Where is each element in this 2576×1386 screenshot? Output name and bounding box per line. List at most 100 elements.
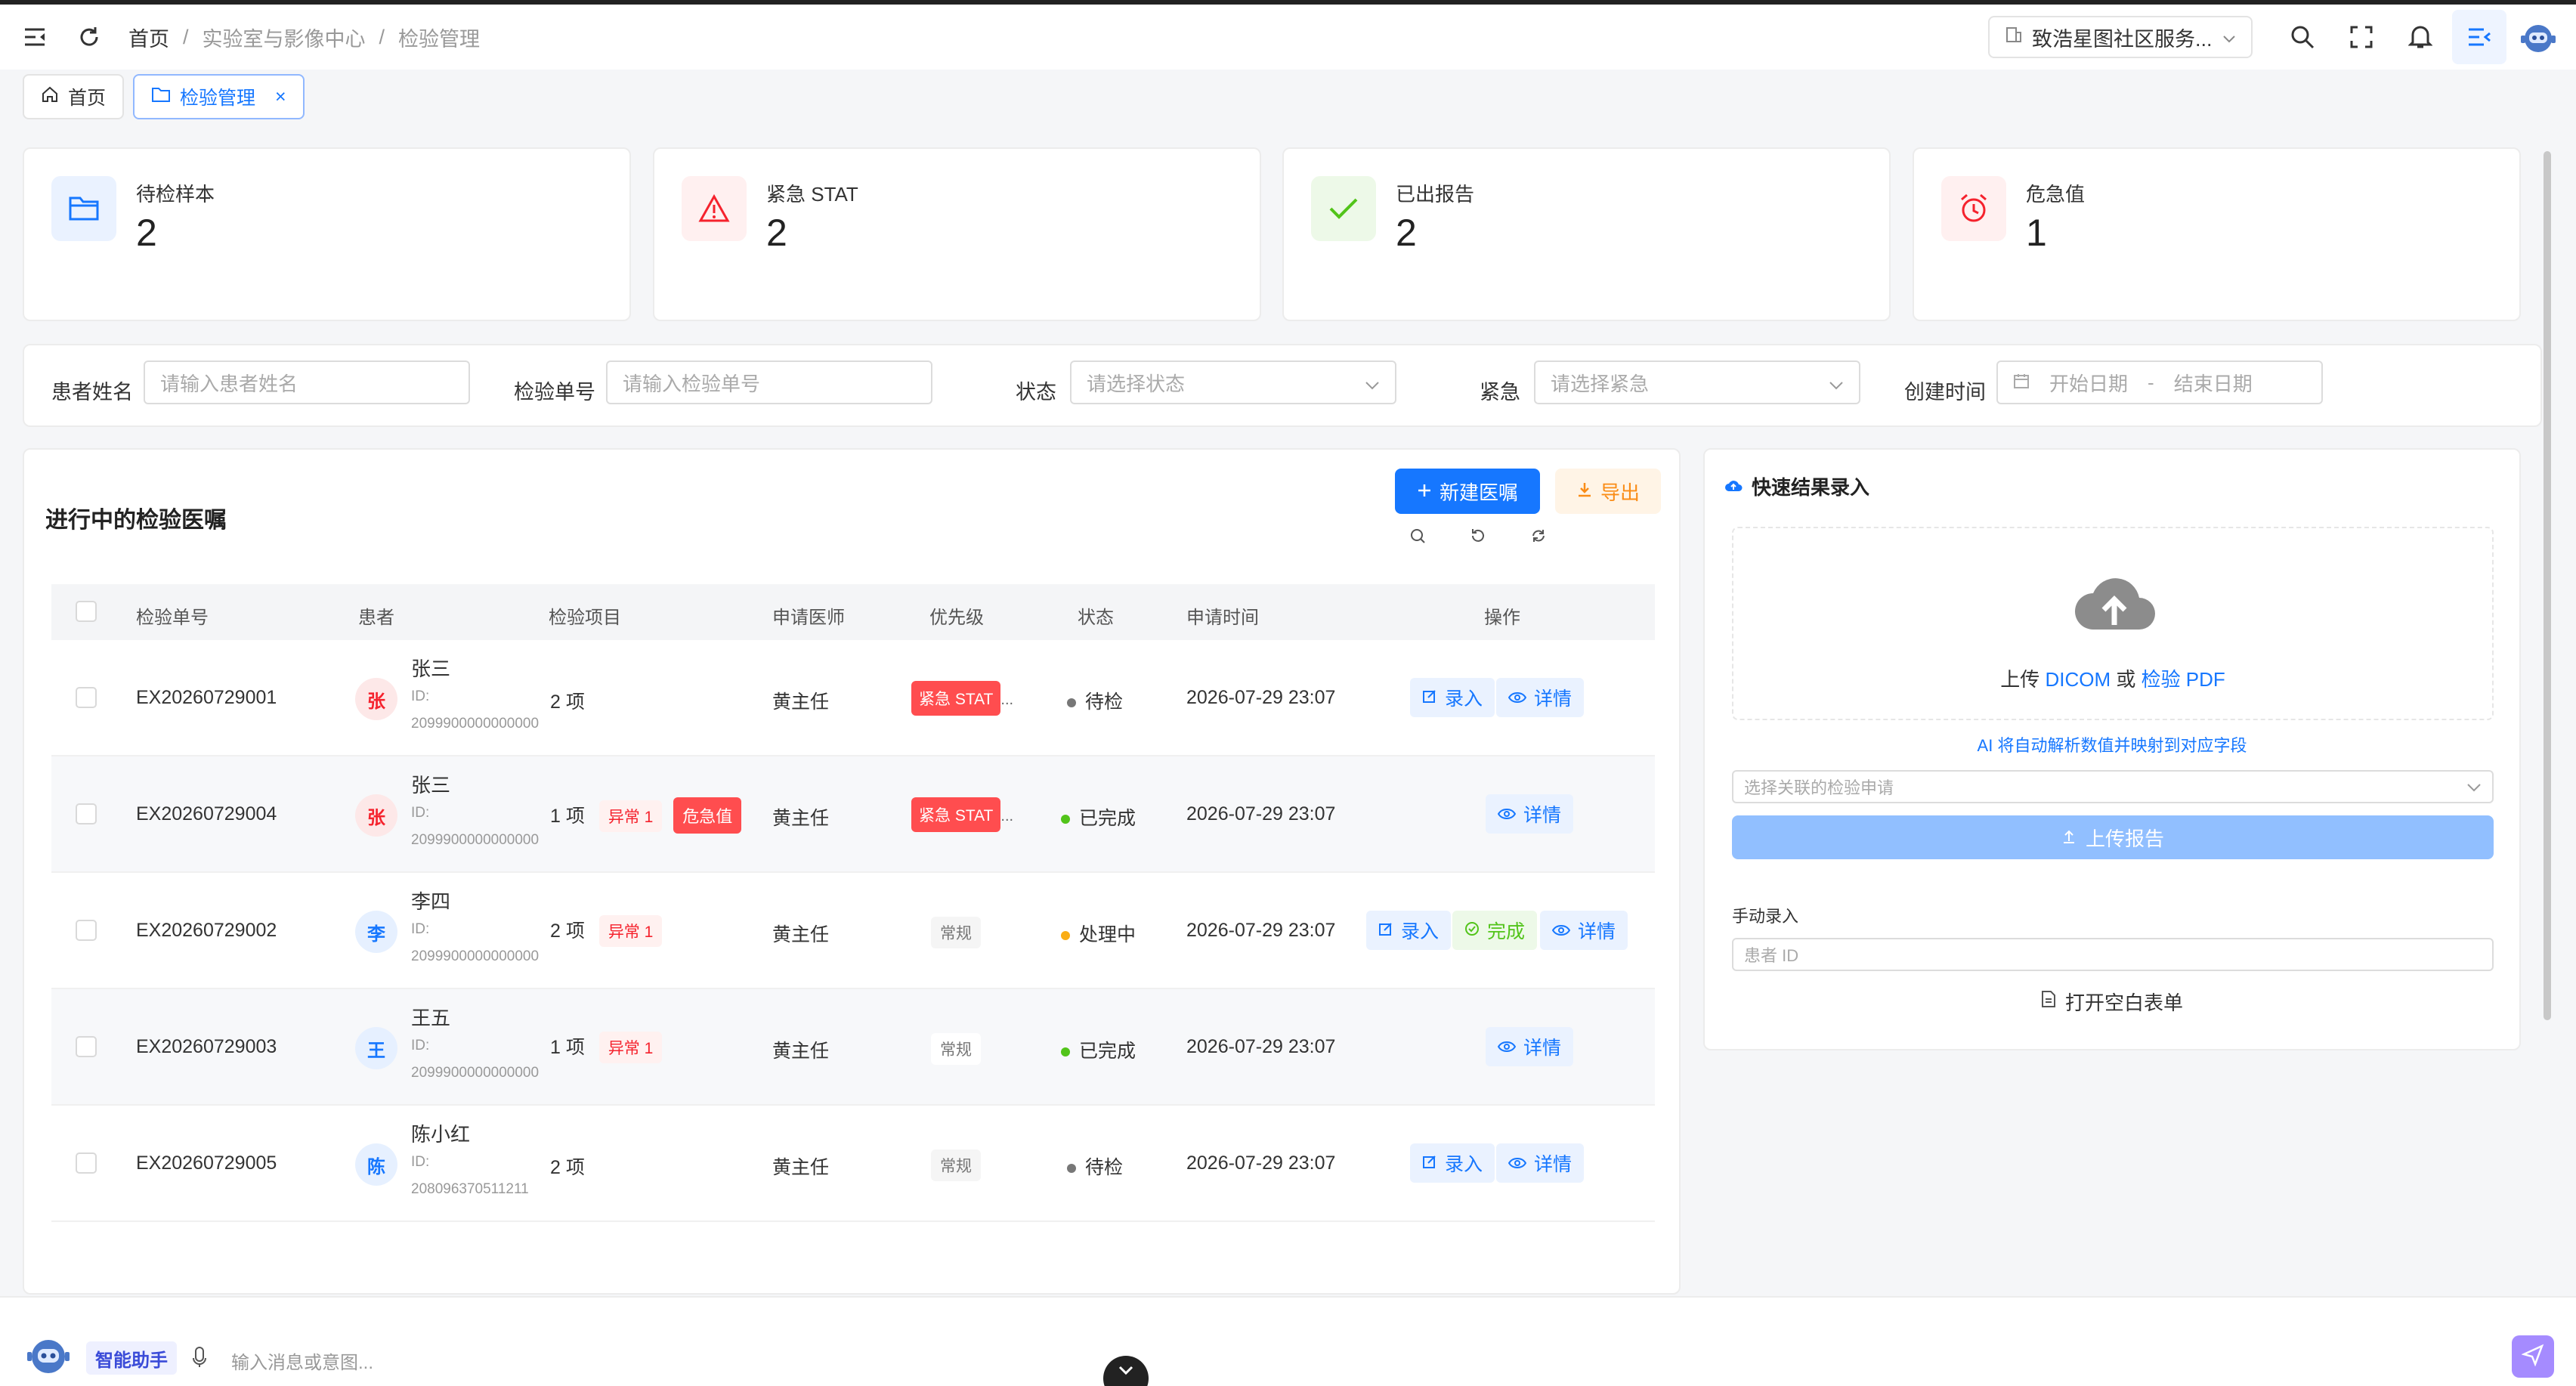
- tab-home[interactable]: 首页: [23, 74, 125, 119]
- status-placeholder: 请选择状态: [1087, 372, 1186, 395]
- date-range-picker[interactable]: 开始日期 - 结束日期: [1996, 360, 2323, 404]
- row-checkbox[interactable]: [76, 920, 97, 941]
- org-select-value: 致浩星图社区服务...: [2032, 27, 2213, 51]
- status-select[interactable]: 请选择状态: [1070, 360, 1396, 404]
- stat-card-pending: 待检样本 2: [23, 147, 631, 321]
- table-row[interactable]: EX20260729004 张 张三 ID: 2099900000000000 …: [51, 756, 1655, 873]
- patient-name: 张三: [411, 657, 451, 680]
- search-icon[interactable]: [2275, 10, 2330, 64]
- stat-label: 待检样本: [136, 183, 215, 206]
- item-count: 2 项: [550, 920, 585, 942]
- eye-icon: [1497, 1036, 1517, 1058]
- filter-bar: 患者姓名 请输入患者姓名 检验单号 请输入检验单号 状态 请选择状态 紧急 请选…: [23, 344, 2542, 427]
- page-tabs: 首页 检验管理 ×: [23, 74, 305, 119]
- table-row[interactable]: EX20260729005 陈 陈小红 ID: 208096370511211 …: [51, 1106, 1655, 1222]
- doctor: 黄主任: [772, 691, 830, 713]
- row-checkbox[interactable]: [76, 1036, 97, 1057]
- urgent-label: 紧急: [1480, 381, 1520, 404]
- row-checkbox[interactable]: [76, 803, 97, 824]
- status-label: 状态: [1016, 381, 1056, 404]
- bell-icon[interactable]: [2393, 10, 2448, 64]
- status-text: 待检: [1085, 1157, 1124, 1178]
- related-request-select[interactable]: 选择关联的检验申请: [1732, 770, 2494, 803]
- cloud-upload-icon: [2072, 568, 2157, 638]
- stat-card-reported: 已出报告 2: [1282, 147, 1891, 321]
- quick-entry-title-text: 快速结果录入: [1752, 476, 1870, 499]
- priority-normal-tag: 常规: [931, 917, 981, 948]
- microphone-icon[interactable]: [192, 1346, 207, 1372]
- order-no-input[interactable]: 请输入检验单号: [606, 360, 932, 404]
- detail-button[interactable]: 详情: [1540, 911, 1628, 950]
- smart-assistant-badge[interactable]: 智能助手: [86, 1341, 177, 1375]
- order-no: EX20260729005: [136, 1152, 277, 1174]
- table-search-icon[interactable]: [1404, 522, 1431, 549]
- complete-label: 完成: [1487, 921, 1526, 942]
- patient-name-input[interactable]: 请输入患者姓名: [144, 360, 470, 404]
- tab-label: 首页: [68, 88, 107, 109]
- priority-ellipsis: ...: [1000, 808, 1014, 824]
- abnormal-tag: 异常 1: [598, 1032, 663, 1063]
- tab-lab-management[interactable]: 检验管理 ×: [133, 74, 305, 119]
- request-time: 2026-07-29 23:07: [1186, 803, 1336, 824]
- row-checkbox[interactable]: [76, 687, 97, 708]
- table-reset-icon[interactable]: [1464, 522, 1492, 549]
- patient-id-label: ID:: [411, 1038, 430, 1053]
- chat-input[interactable]: 输入消息或意图...: [231, 1347, 373, 1374]
- enter-button[interactable]: 录入: [1366, 911, 1452, 950]
- export-button[interactable]: 导出: [1555, 469, 1661, 514]
- robot-avatar-icon[interactable]: [2511, 10, 2565, 64]
- pdf-link[interactable]: 检验 PDF: [2142, 668, 2225, 691]
- stat-label: 已出报告: [1396, 183, 1475, 206]
- avatar: 张: [355, 794, 397, 837]
- detail-button[interactable]: 详情: [1496, 678, 1585, 717]
- breadcrumb-separator: /: [183, 25, 189, 48]
- table-row[interactable]: EX20260729003 王 王五 ID: 2099900000000000 …: [51, 989, 1655, 1106]
- order-no: EX20260729001: [136, 687, 277, 708]
- request-time: 2026-07-29 23:07: [1186, 1152, 1336, 1174]
- detail-button[interactable]: 详情: [1486, 1027, 1574, 1066]
- upload-report-button[interactable]: 上传报告: [1732, 815, 2494, 859]
- table-refresh-icon[interactable]: [1525, 522, 1552, 549]
- enter-button[interactable]: 录入: [1410, 678, 1495, 717]
- breadcrumb-lab-center[interactable]: 实验室与影像中心: [203, 23, 366, 52]
- patient-id-label: ID:: [411, 805, 430, 821]
- new-order-button[interactable]: 新建医嘱: [1395, 469, 1540, 514]
- download-icon: [1576, 480, 1593, 503]
- enter-button[interactable]: 录入: [1410, 1143, 1495, 1183]
- breadcrumb-current: 检验管理: [398, 27, 481, 51]
- panel-toggle-icon[interactable]: [2452, 10, 2506, 64]
- fullscreen-icon[interactable]: [2334, 10, 2389, 64]
- status-badge: 待检: [1067, 1152, 1123, 1180]
- dicom-link[interactable]: DICOM: [2045, 668, 2111, 691]
- select-all-checkbox[interactable]: [76, 601, 97, 622]
- chevron-down-icon: [2466, 778, 2482, 797]
- page-scrollbar[interactable]: [2544, 151, 2551, 1020]
- building-icon: [2005, 26, 2023, 49]
- detail-button[interactable]: 详情: [1486, 794, 1574, 834]
- item-count: 2 项: [550, 691, 585, 713]
- tab-close-icon[interactable]: ×: [275, 86, 286, 108]
- stat-label: 危急值: [2026, 183, 2086, 206]
- item-count: 1 项: [550, 806, 585, 827]
- patient-id-input[interactable]: 患者 ID: [1732, 938, 2494, 971]
- breadcrumb-home[interactable]: 首页: [128, 23, 169, 52]
- detail-button[interactable]: 详情: [1496, 1143, 1585, 1183]
- chevron-down-icon: [1118, 1365, 1134, 1379]
- org-select[interactable]: 致浩星图社区服务...: [1988, 16, 2253, 58]
- doctor: 黄主任: [772, 1041, 830, 1062]
- status-badge: 处理中: [1061, 920, 1136, 947]
- table-row[interactable]: EX20260729002 李 李四 ID: 2099900000000000 …: [51, 873, 1655, 989]
- status-badge: 待检: [1067, 687, 1123, 714]
- ai-hint: AI 将自动解析数值并映射到对应字段: [1977, 736, 2247, 755]
- table-row[interactable]: EX20260729001 张 张三 ID: 2099900000000000 …: [51, 640, 1655, 756]
- open-blank-form-button[interactable]: 打开空白表单: [1705, 988, 2519, 1016]
- item-count: 2 项: [550, 1157, 585, 1178]
- row-checkbox[interactable]: [76, 1152, 97, 1174]
- upload-dropzone[interactable]: 上传 DICOM 或 检验 PDF: [1732, 527, 2494, 720]
- refresh-icon[interactable]: [71, 19, 107, 55]
- send-button[interactable]: [2512, 1335, 2554, 1378]
- complete-button[interactable]: 完成: [1452, 911, 1538, 950]
- urgent-select[interactable]: 请选择紧急: [1534, 360, 1860, 404]
- col-doctor: 申请医师: [772, 608, 845, 628]
- menu-fold-icon[interactable]: [17, 19, 53, 55]
